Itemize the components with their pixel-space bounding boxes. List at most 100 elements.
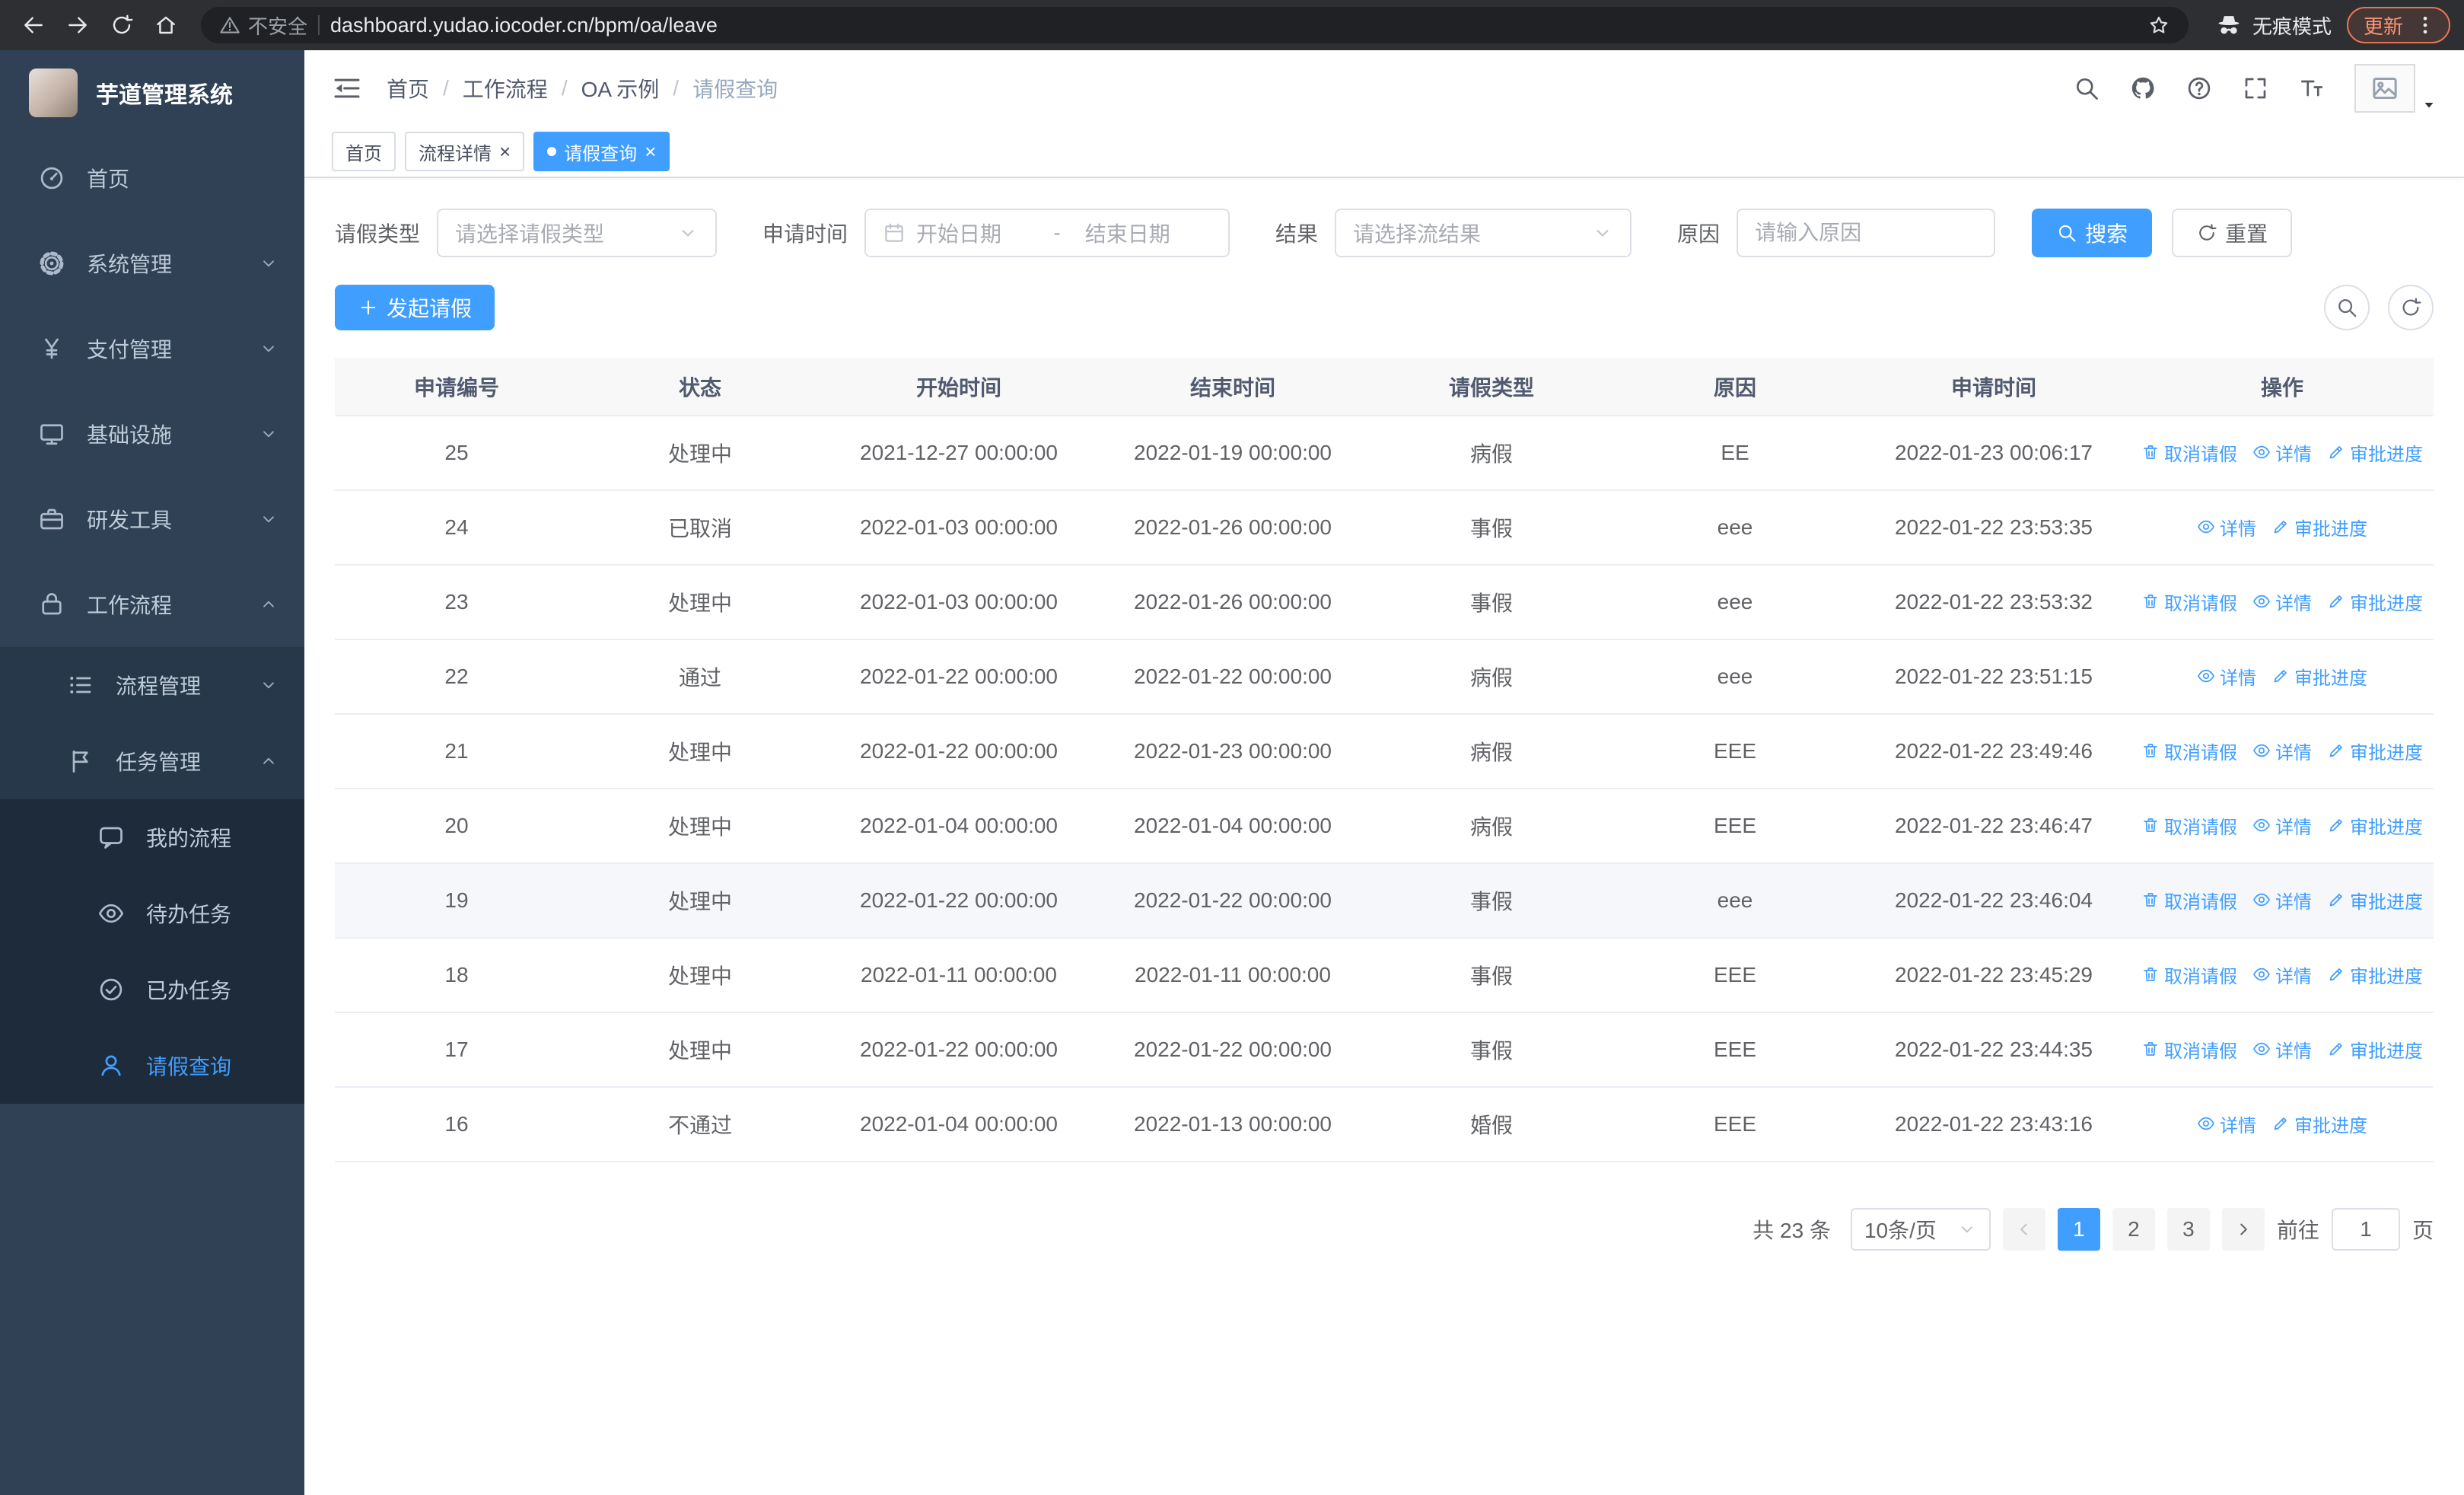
broken-image-icon [2373, 78, 2397, 99]
cell-status: 处理中 [578, 714, 822, 789]
table-row: 23 处理中 2022-01-03 00:00:00 2022-01-26 00:00… [335, 565, 2434, 640]
cell-start: 2022-01-22 00:00:00 [822, 639, 1096, 715]
approval-progress-link[interactable]: 审批进度 [2271, 663, 2367, 690]
sidebar-item-payment[interactable]: 支付管理 [0, 306, 304, 391]
sidebar-item-done-tasks[interactable]: 已办任务 [0, 952, 304, 1028]
cancel-leave-link[interactable]: 取消请假 [2141, 1036, 2237, 1063]
eye-icon [2253, 1043, 2270, 1056]
toggle-search-button[interactable] [2324, 285, 2370, 330]
cell-start: 2022-01-22 00:00:00 [822, 863, 1096, 939]
cancel-leave-link[interactable]: 取消请假 [2141, 738, 2237, 764]
refresh-table-button[interactable] [2388, 285, 2434, 330]
browser-menu-icon[interactable] [2414, 14, 2437, 37]
leave-type-select[interactable]: 请选择请假类型 [437, 209, 718, 257]
cell-end: 2022-01-13 00:00:00 [1096, 1087, 1370, 1162]
sidebar-item-home[interactable]: 首页 [0, 135, 304, 221]
approval-progress-link[interactable]: 审批进度 [2271, 514, 2367, 540]
reset-button[interactable]: 重置 [2172, 209, 2293, 257]
end-date-placeholder[interactable]: 结束日期 [1071, 218, 1211, 248]
reason-input[interactable] [1737, 209, 1996, 257]
github-icon[interactable] [2129, 75, 2157, 102]
browser-home-button[interactable] [146, 5, 186, 45]
result-select[interactable]: 请选择流结果 [1335, 209, 1632, 257]
browser-back-button[interactable] [14, 5, 53, 45]
approval-progress-link[interactable]: 审批进度 [2327, 1036, 2423, 1063]
tab-process-detail[interactable]: 流程详情 × [405, 132, 525, 171]
detail-link[interactable]: 详情 [2252, 961, 2312, 988]
approval-progress-link[interactable]: 审批进度 [2327, 738, 2423, 764]
cancel-leave-link[interactable]: 取消请假 [2141, 887, 2237, 913]
cell-reason: EEE [1613, 1087, 1857, 1162]
detail-link[interactable]: 详情 [2252, 1036, 2312, 1063]
app-logo-row[interactable]: 芋道管理系统 [0, 50, 304, 135]
tab-leave-query[interactable]: 请假查询 × [533, 132, 670, 171]
sidebar-fold-icon[interactable] [332, 73, 362, 104]
sidebar-item-infrastructure[interactable]: 基础设施 [0, 391, 304, 477]
page-button-2[interactable]: 2 [2112, 1208, 2155, 1251]
detail-link[interactable]: 详情 [2252, 588, 2312, 615]
breadcrumb-home[interactable]: 首页 [387, 73, 429, 104]
detail-link[interactable]: 详情 [2252, 439, 2312, 466]
close-icon[interactable]: × [499, 142, 511, 161]
table-toolbar: 发起请假 [335, 285, 2434, 330]
approval-progress-link[interactable]: 审批进度 [2327, 887, 2423, 913]
sidebar-item-workflow[interactable]: 工作流程 [0, 562, 304, 647]
security-warning[interactable]: 不安全 [219, 11, 307, 40]
next-page-button[interactable] [2221, 1208, 2265, 1251]
user-avatar[interactable] [2354, 64, 2434, 113]
font-size-icon[interactable] [2298, 75, 2326, 102]
sidebar-item-devtools[interactable]: 研发工具 [0, 477, 304, 562]
cell-status: 处理中 [578, 863, 822, 939]
page-button-1[interactable]: 1 [2057, 1208, 2100, 1251]
eye-icon [2253, 446, 2270, 459]
cell-status: 处理中 [578, 789, 822, 864]
total-count: 共 23 条 [1752, 1219, 1831, 1242]
cell-type: 病假 [1370, 416, 1613, 491]
create-leave-button[interactable]: 发起请假 [335, 285, 495, 330]
tab-home[interactable]: 首页 [332, 132, 396, 171]
apply-time-range-picker[interactable]: 开始日期 - 结束日期 [864, 209, 1230, 257]
breadcrumb-oa-example[interactable]: OA 示例 [581, 73, 660, 104]
cancel-leave-link[interactable]: 取消请假 [2141, 588, 2237, 615]
breadcrumb-workflow[interactable]: 工作流程 [463, 73, 548, 104]
detail-link[interactable]: 详情 [2252, 887, 2312, 913]
help-icon[interactable] [2185, 75, 2213, 102]
page-size-select[interactable]: 10条/页 [1850, 1208, 1991, 1251]
eye-icon [2198, 670, 2214, 683]
chevron-down-icon [1592, 222, 1613, 244]
sidebar-item-todo-tasks[interactable]: 待办任务 [0, 875, 304, 952]
detail-link[interactable]: 详情 [2252, 812, 2312, 839]
cancel-leave-link[interactable]: 取消请假 [2141, 812, 2237, 839]
approval-progress-link[interactable]: 审批进度 [2327, 961, 2423, 988]
browser-update-chip[interactable]: 更新 [2346, 7, 2450, 43]
detail-link[interactable]: 详情 [2252, 738, 2312, 764]
search-button[interactable]: 搜索 [2032, 209, 2153, 257]
search-icon[interactable] [2073, 75, 2100, 102]
approval-progress-link[interactable]: 审批进度 [2327, 588, 2423, 615]
prev-page-button[interactable] [2002, 1208, 2045, 1251]
cancel-leave-link[interactable]: 取消请假 [2141, 961, 2237, 988]
close-icon[interactable]: × [645, 142, 656, 161]
detail-link[interactable]: 详情 [2197, 1111, 2256, 1137]
sidebar-item-system[interactable]: 系统管理 [0, 221, 304, 306]
edit-icon [2274, 1117, 2287, 1130]
approval-progress-link[interactable]: 审批进度 [2271, 1111, 2367, 1137]
address-bar[interactable]: 不安全 dashboard.yudao.iocoder.cn/bpm/oa/le… [201, 7, 2189, 43]
sidebar-item-my-process[interactable]: 我的流程 [0, 799, 304, 875]
sidebar-item-process-mgmt[interactable]: 流程管理 [0, 647, 304, 723]
start-date-placeholder[interactable]: 开始日期 [916, 218, 1043, 248]
browser-reload-button[interactable] [102, 5, 142, 45]
approval-progress-link[interactable]: 审批进度 [2327, 812, 2423, 839]
page-button-3[interactable]: 3 [2166, 1208, 2210, 1251]
cancel-leave-link[interactable]: 取消请假 [2141, 439, 2237, 466]
sidebar-item-leave-query[interactable]: 请假查询 [0, 1028, 304, 1104]
detail-link[interactable]: 详情 [2197, 514, 2256, 540]
apply-time-label: 申请时间 [762, 222, 848, 246]
approval-progress-link[interactable]: 审批进度 [2327, 439, 2423, 466]
bookmark-star-icon[interactable] [2147, 14, 2170, 37]
browser-forward-button[interactable] [58, 5, 97, 45]
fullscreen-icon[interactable] [2242, 75, 2269, 102]
goto-page-input[interactable] [2331, 1208, 2400, 1251]
detail-link[interactable]: 详情 [2197, 663, 2256, 690]
sidebar-item-task-mgmt[interactable]: 任务管理 [0, 723, 304, 799]
